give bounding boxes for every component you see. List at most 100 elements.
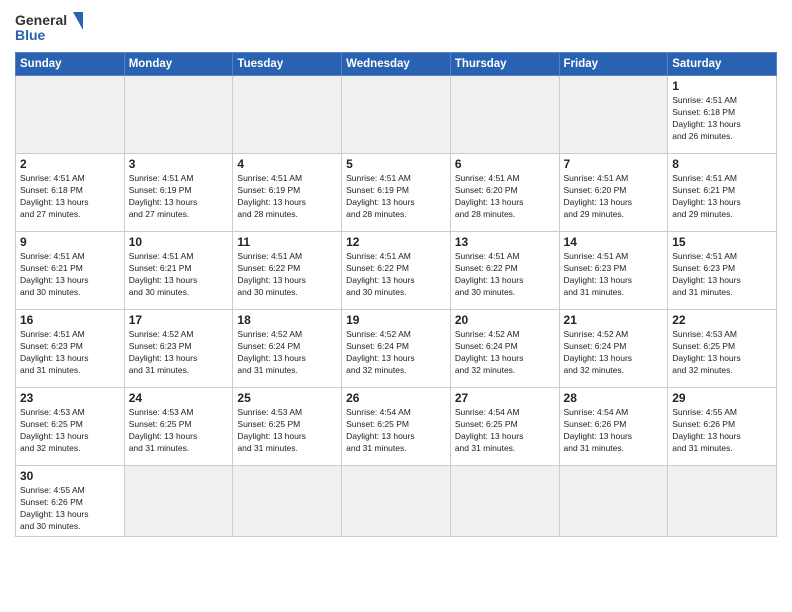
day-number: 29 <box>672 391 772 405</box>
calendar-day-cell <box>233 466 342 537</box>
day-info: Sunrise: 4:53 AM Sunset: 6:25 PM Dayligh… <box>237 407 337 455</box>
day-number: 19 <box>346 313 446 327</box>
calendar-day-cell <box>124 76 233 154</box>
day-number: 5 <box>346 157 446 171</box>
day-info: Sunrise: 4:51 AM Sunset: 6:21 PM Dayligh… <box>20 251 120 299</box>
calendar-day-cell: 28Sunrise: 4:54 AM Sunset: 6:26 PM Dayli… <box>559 388 668 466</box>
calendar-week-row: 9 Sunrise: 4:51 AM Sunset: 6:21 PM Daylig… <box>16 232 777 310</box>
header: GeneralBlue <box>15 10 777 46</box>
day-number: 8 <box>672 157 772 171</box>
calendar-day-cell <box>559 76 668 154</box>
day-info: Sunrise: 4:51 AM Sunset: 6:22 PM Dayligh… <box>455 251 555 299</box>
calendar-day-cell: 2 Sunrise: 4:51 AM Sunset: 6:18 PM Daylig… <box>16 154 125 232</box>
day-number: 7 <box>564 157 664 171</box>
calendar-day-cell: 6Sunrise: 4:51 AM Sunset: 6:20 PM Daylig… <box>450 154 559 232</box>
day-number: 22 <box>672 313 772 327</box>
logo: GeneralBlue <box>15 10 95 46</box>
calendar-day-cell: 8 Sunrise: 4:51 AM Sunset: 6:21 PM Daylig… <box>668 154 777 232</box>
svg-text:General: General <box>15 12 67 28</box>
calendar-day-cell: 11 Sunrise: 4:51 AM Sunset: 6:22 PM Dayli… <box>233 232 342 310</box>
calendar-day-cell: 4Sunrise: 4:51 AM Sunset: 6:19 PM Daylig… <box>233 154 342 232</box>
calendar-day-cell: 14Sunrise: 4:51 AM Sunset: 6:23 PM Dayli… <box>559 232 668 310</box>
day-info: Sunrise: 4:51 AM Sunset: 6:22 PM Dayligh… <box>346 251 446 299</box>
day-number: 17 <box>129 313 229 327</box>
day-number: 28 <box>564 391 664 405</box>
calendar-day-cell <box>342 76 451 154</box>
calendar-day-cell <box>450 76 559 154</box>
day-info: Sunrise: 4:54 AM Sunset: 6:25 PM Dayligh… <box>455 407 555 455</box>
calendar-week-row: 30 Sunrise: 4:55 AM Sunset: 6:26 PM Dayli… <box>16 466 777 537</box>
day-info: Sunrise: 4:52 AM Sunset: 6:24 PM Dayligh… <box>346 329 446 377</box>
day-info: Sunrise: 4:52 AM Sunset: 6:24 PM Dayligh… <box>564 329 664 377</box>
weekday-header-wednesday: Wednesday <box>342 53 451 76</box>
calendar-day-cell: 27 Sunrise: 4:54 AM Sunset: 6:25 PM Dayli… <box>450 388 559 466</box>
day-number: 2 <box>20 157 120 171</box>
calendar-day-cell <box>342 466 451 537</box>
day-number: 24 <box>129 391 229 405</box>
day-number: 12 <box>346 235 446 249</box>
day-info: Sunrise: 4:54 AM Sunset: 6:25 PM Dayligh… <box>346 407 446 455</box>
calendar-week-row: 16 Sunrise: 4:51 AM Sunset: 6:23 PM Dayli… <box>16 310 777 388</box>
calendar-day-cell <box>16 76 125 154</box>
day-number: 1 <box>672 79 772 93</box>
calendar-day-cell: 13 Sunrise: 4:51 AM Sunset: 6:22 PM Dayli… <box>450 232 559 310</box>
day-number: 14 <box>564 235 664 249</box>
day-info: Sunrise: 4:52 AM Sunset: 6:24 PM Dayligh… <box>237 329 337 377</box>
weekday-header-row: SundayMondayTuesdayWednesdayThursdayFrid… <box>16 53 777 76</box>
calendar-day-cell: 18Sunrise: 4:52 AM Sunset: 6:24 PM Dayli… <box>233 310 342 388</box>
day-info: Sunrise: 4:51 AM Sunset: 6:23 PM Dayligh… <box>20 329 120 377</box>
day-info: Sunrise: 4:51 AM Sunset: 6:20 PM Dayligh… <box>564 173 664 221</box>
calendar-week-row: 23 Sunrise: 4:53 AM Sunset: 6:25 PM Dayli… <box>16 388 777 466</box>
day-info: Sunrise: 4:55 AM Sunset: 6:26 PM Dayligh… <box>672 407 772 455</box>
day-number: 26 <box>346 391 446 405</box>
calendar-day-cell <box>559 466 668 537</box>
day-number: 25 <box>237 391 337 405</box>
calendar-day-cell <box>450 466 559 537</box>
day-number: 21 <box>564 313 664 327</box>
calendar-day-cell: 20 Sunrise: 4:52 AM Sunset: 6:24 PM Dayli… <box>450 310 559 388</box>
calendar-day-cell: 29 Sunrise: 4:55 AM Sunset: 6:26 PM Dayli… <box>668 388 777 466</box>
calendar-day-cell: 12 Sunrise: 4:51 AM Sunset: 6:22 PM Dayli… <box>342 232 451 310</box>
day-number: 4 <box>237 157 337 171</box>
day-number: 10 <box>129 235 229 249</box>
day-info: Sunrise: 4:51 AM Sunset: 6:21 PM Dayligh… <box>672 173 772 221</box>
day-number: 16 <box>20 313 120 327</box>
day-info: Sunrise: 4:51 AM Sunset: 6:19 PM Dayligh… <box>129 173 229 221</box>
day-info: Sunrise: 4:55 AM Sunset: 6:26 PM Dayligh… <box>20 485 120 533</box>
day-info: Sunrise: 4:53 AM Sunset: 6:25 PM Dayligh… <box>129 407 229 455</box>
day-info: Sunrise: 4:52 AM Sunset: 6:24 PM Dayligh… <box>455 329 555 377</box>
day-number: 27 <box>455 391 555 405</box>
svg-text:Blue: Blue <box>15 27 46 43</box>
calendar-day-cell: 7 Sunrise: 4:51 AM Sunset: 6:20 PM Daylig… <box>559 154 668 232</box>
calendar-day-cell <box>668 466 777 537</box>
calendar-day-cell: 10 Sunrise: 4:51 AM Sunset: 6:21 PM Dayli… <box>124 232 233 310</box>
day-number: 13 <box>455 235 555 249</box>
day-info: Sunrise: 4:51 AM Sunset: 6:18 PM Dayligh… <box>20 173 120 221</box>
day-number: 20 <box>455 313 555 327</box>
day-info: Sunrise: 4:51 AM Sunset: 6:23 PM Dayligh… <box>672 251 772 299</box>
weekday-header-tuesday: Tuesday <box>233 53 342 76</box>
day-info: Sunrise: 4:51 AM Sunset: 6:18 PM Dayligh… <box>672 95 772 143</box>
weekday-header-saturday: Saturday <box>668 53 777 76</box>
calendar-day-cell: 24 Sunrise: 4:53 AM Sunset: 6:25 PM Dayli… <box>124 388 233 466</box>
day-number: 11 <box>237 235 337 249</box>
generalblue-logo-icon: GeneralBlue <box>15 10 95 46</box>
calendar-table: SundayMondayTuesdayWednesdayThursdayFrid… <box>15 52 777 537</box>
calendar-week-row: 1 Sunrise: 4:51 AM Sunset: 6:18 PM Daylig… <box>16 76 777 154</box>
day-info: Sunrise: 4:53 AM Sunset: 6:25 PM Dayligh… <box>672 329 772 377</box>
day-number: 30 <box>20 469 120 483</box>
calendar-day-cell: 15Sunrise: 4:51 AM Sunset: 6:23 PM Dayli… <box>668 232 777 310</box>
calendar-week-row: 2 Sunrise: 4:51 AM Sunset: 6:18 PM Daylig… <box>16 154 777 232</box>
calendar-day-cell: 22 Sunrise: 4:53 AM Sunset: 6:25 PM Dayli… <box>668 310 777 388</box>
calendar-day-cell: 1 Sunrise: 4:51 AM Sunset: 6:18 PM Daylig… <box>668 76 777 154</box>
day-info: Sunrise: 4:51 AM Sunset: 6:22 PM Dayligh… <box>237 251 337 299</box>
day-number: 23 <box>20 391 120 405</box>
calendar-day-cell: 30 Sunrise: 4:55 AM Sunset: 6:26 PM Dayli… <box>16 466 125 537</box>
calendar-day-cell <box>233 76 342 154</box>
calendar-day-cell: 9 Sunrise: 4:51 AM Sunset: 6:21 PM Daylig… <box>16 232 125 310</box>
day-number: 3 <box>129 157 229 171</box>
calendar-day-cell: 3 Sunrise: 4:51 AM Sunset: 6:19 PM Daylig… <box>124 154 233 232</box>
day-info: Sunrise: 4:51 AM Sunset: 6:21 PM Dayligh… <box>129 251 229 299</box>
calendar-day-cell <box>124 466 233 537</box>
day-number: 9 <box>20 235 120 249</box>
